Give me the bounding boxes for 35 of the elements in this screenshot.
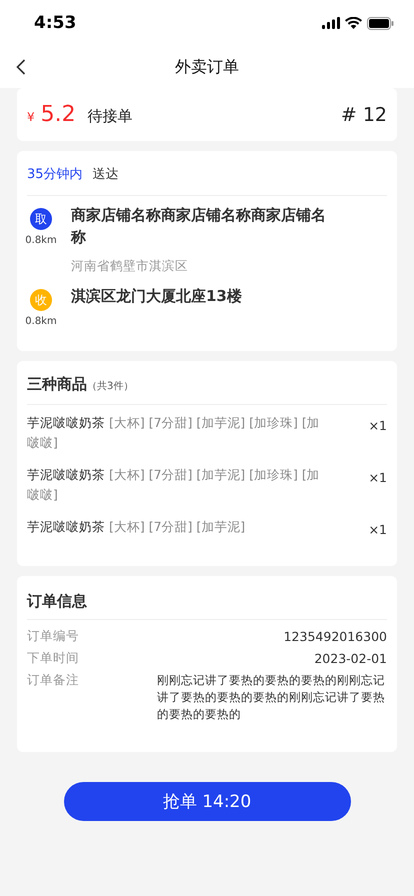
delivery-time: 35分钟内 [27,166,83,183]
order-price: 5.2 [40,102,76,127]
distance: 0.8km [25,316,57,327]
goods-title: 三种商品 [27,375,87,394]
info-label: 下单时间 [27,650,79,667]
info-label: 订单编号 [27,628,79,645]
location-name: 商家店铺名称商家店铺名称商家店铺名称 [71,205,327,248]
order-number: # 12 [340,104,387,126]
currency-symbol: ¥ [27,110,35,124]
location-address: 河南省鹤壁市淇滨区 [71,258,189,275]
wifi-icon [345,17,362,29]
order-status: 待接单 [88,107,133,126]
item-quantity: ×1 [368,417,387,435]
info-value: 刚刚忘记讲了要热的要热的要热的刚刚忘记讲了要热的要热的要热的刚刚忘记讲了要热的要热的要热的 [157,672,386,723]
info-value: 2023-02-01 [314,650,387,667]
signal-icon [322,17,340,29]
point-badge: 收 [30,289,52,311]
item-quantity: ×1 [368,469,387,487]
location-name: 淇滨区龙门大厦北座13楼 [71,286,243,307]
goods-count: （共3件） [87,380,134,393]
item-text: 芋泥啵啵奶茶 [大杯] [7分甜] [加芋泥] [27,518,246,536]
info-label: 订单备注 [27,672,79,689]
delivery-label: 送达 [92,166,119,183]
order-info-title: 订单信息 [27,591,88,612]
item-text: 芋泥啵啵奶茶 [大杯] [7分甜] [加芋泥] [加珍珠] [加啵啵] [27,466,321,504]
page-title: 外卖订单 [175,56,239,78]
info-value: 1235492016300 [284,628,387,645]
point-badge: 取 [30,208,52,230]
battery-icon [367,16,394,30]
item-quantity: ×1 [368,521,387,539]
item-text: 芋泥啵啵奶茶 [大杯] [7分甜] [加芋泥] [加珍珠] [加啵啵] [27,414,321,452]
status-time: 4:53 [34,13,76,33]
distance: 0.8km [25,235,57,246]
back-icon[interactable] [16,59,26,75]
grab-order-button[interactable]: 抢单 14:20 [64,782,350,821]
